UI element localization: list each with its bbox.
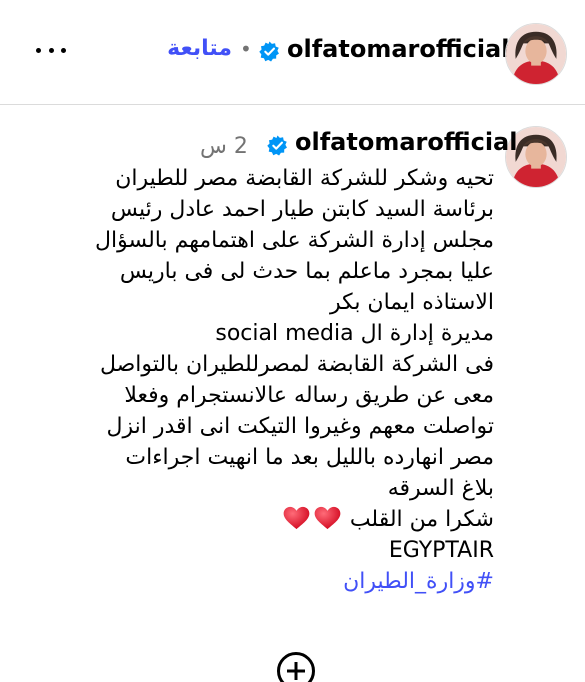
separator-dot: •	[240, 37, 252, 61]
post-username-link[interactable]: olfatomarofficial	[295, 128, 517, 156]
plus-circle-icon[interactable]	[277, 652, 315, 682]
caption-line: مصر انهارده بالليل بعد ما انهيت اجراءات	[125, 445, 494, 470]
more-options-icon[interactable]	[36, 44, 66, 56]
heart-icon	[283, 506, 310, 530]
header-username-link[interactable]: olfatomarofficial	[287, 35, 509, 63]
verified-badge-icon	[259, 41, 279, 62]
verified-badge-icon	[267, 135, 287, 156]
caption-line: فى الشركة القابضة لمصرللطيران بالتواصل	[99, 352, 494, 377]
caption-line: برئاسة السيد كابتن طيار احمد عادل رئيس	[110, 197, 494, 222]
caption-line: بلاغ السرقه	[387, 476, 494, 501]
heart-icon	[314, 506, 341, 530]
follow-button[interactable]: متابعة	[167, 36, 232, 61]
caption-line: مديرة إدارة ال social media	[215, 321, 494, 346]
caption-line: تواصلت معهم وغيروا التيكت انى اقدر انزل	[106, 414, 494, 439]
hashtag-link[interactable]: #وزارة_الطيران	[58, 566, 494, 597]
caption-line: عليا بمجرد ماعلم بما حدث لى فى باريس	[119, 259, 494, 284]
caption-thanks-line: شكرا من القلب	[58, 504, 494, 535]
caption-line: الاستاذه ايمان بكر	[330, 290, 494, 315]
caption-line: مجلس إدارة الشركة على اهتمامهم بالسؤال	[94, 228, 494, 253]
post-detail-view: متابعة • olfatomarofficial 2 س olfatomar…	[0, 0, 585, 682]
header-avatar[interactable]	[505, 23, 567, 85]
caption-line: تحيه وشكر للشركة القابضة مصر للطيران	[115, 166, 494, 191]
post-caption: تحيه وشكر للشركة القابضة مصر للطيران برئ…	[58, 163, 494, 597]
post-timestamp[interactable]: 2 س	[200, 134, 248, 159]
post-header: متابعة • olfatomarofficial	[0, 0, 585, 105]
caption-brand-line: EGYPTAIR	[388, 538, 494, 563]
caption-line: معى عن طريق رساله عالانستجرام وفعلا	[124, 383, 494, 408]
thanks-text: شكرا من القلب	[349, 507, 494, 532]
